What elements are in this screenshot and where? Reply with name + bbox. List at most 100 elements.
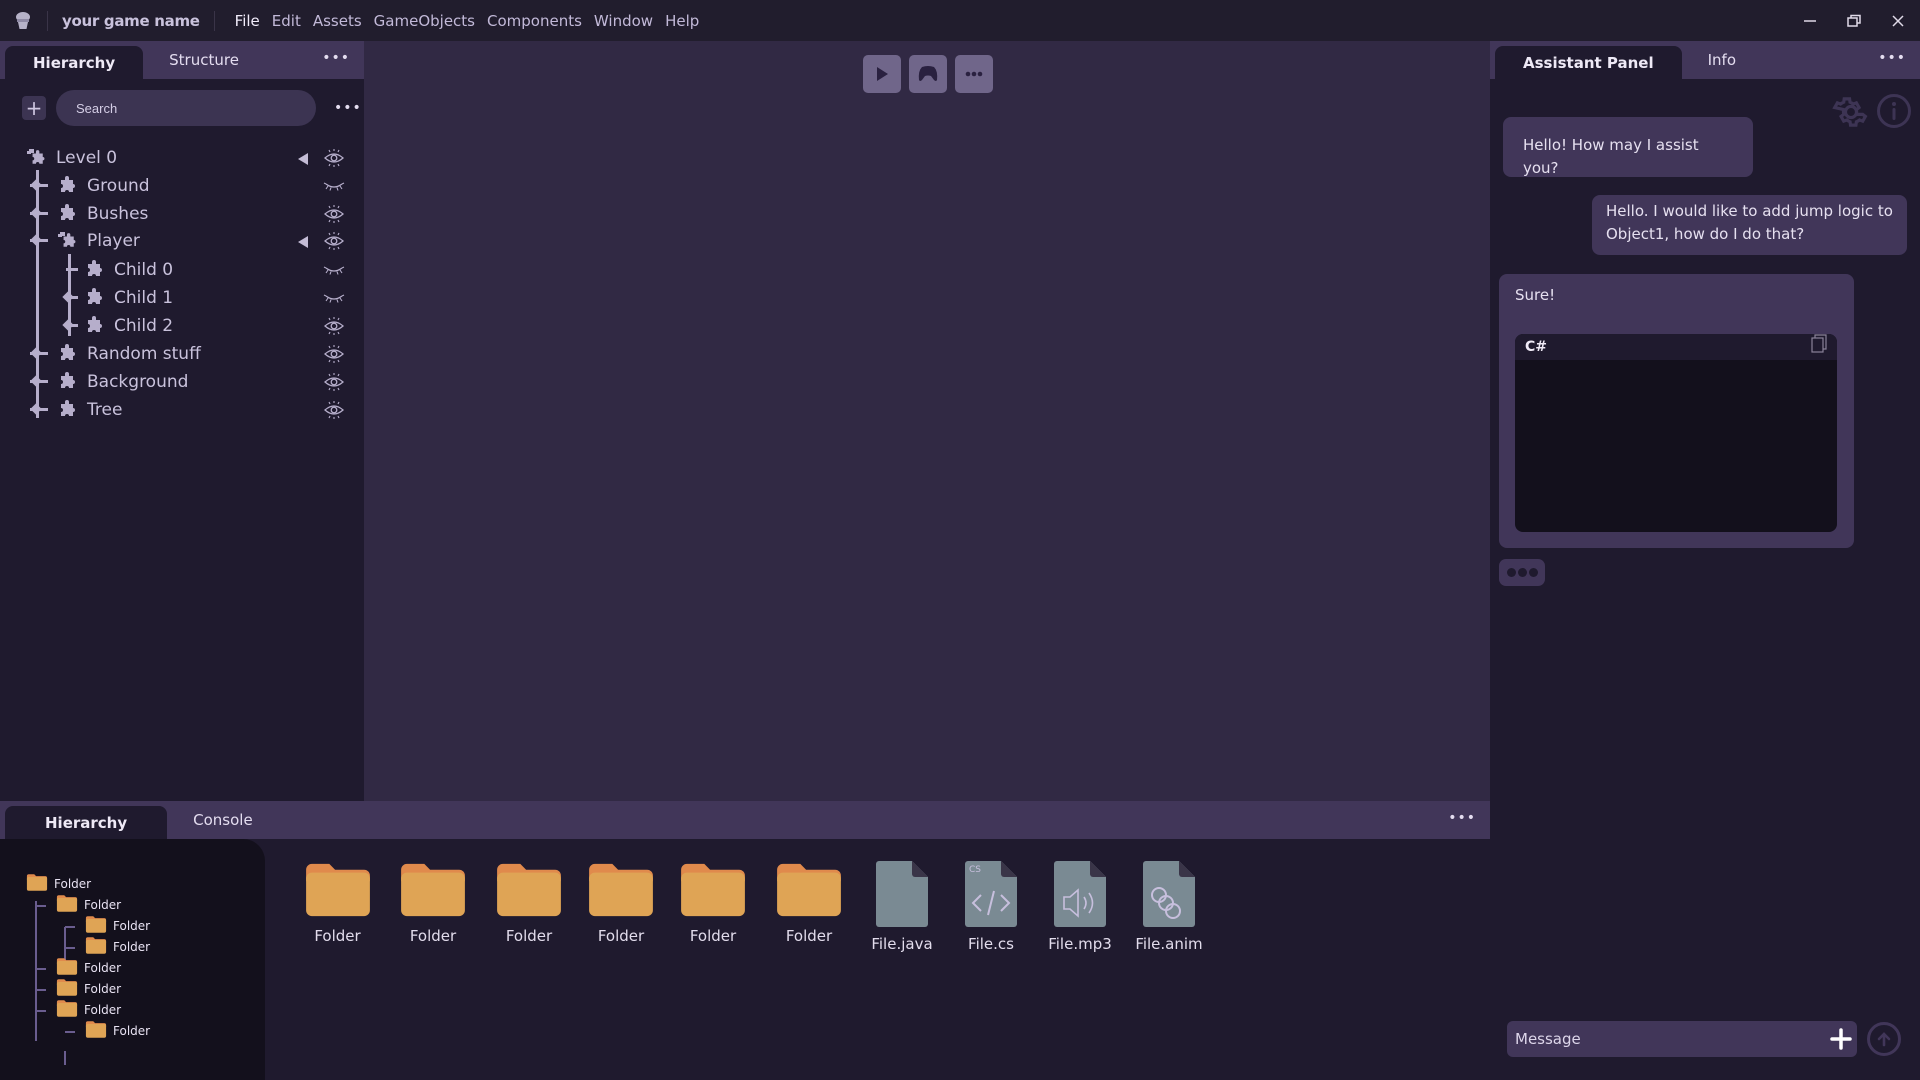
file-label: Folder	[785, 927, 833, 945]
play-button[interactable]	[863, 55, 901, 93]
eye-icon[interactable]	[322, 372, 346, 392]
restore-button[interactable]	[1832, 0, 1876, 41]
panel-more-button[interactable]: •••	[322, 50, 350, 66]
tree-connector	[35, 901, 37, 1041]
tree-item[interactable]: Player	[0, 227, 364, 255]
tree-item[interactable]: Child 2	[0, 312, 364, 340]
folder-tree-item[interactable]: Folder	[85, 936, 150, 958]
minimize-button[interactable]	[1788, 0, 1832, 41]
folder-icon	[56, 894, 78, 917]
more-button[interactable]	[955, 55, 993, 93]
tree-item-label: Player	[87, 231, 140, 251]
eye-closed-icon[interactable]	[322, 260, 346, 280]
file-item[interactable]: Folder	[481, 861, 577, 953]
eye-closed-icon[interactable]	[322, 176, 346, 196]
menu-gameobjects[interactable]: GameObjects	[368, 12, 481, 30]
eye-icon[interactable]	[322, 148, 346, 168]
tree-item[interactable]: Child 0	[0, 256, 364, 284]
divider	[213, 10, 215, 31]
tab-project-hierarchy[interactable]: Hierarchy	[5, 806, 168, 839]
file-grid: Folder Folder Folder Folder Folder Folder File…	[290, 861, 1213, 953]
assistant-header-icons	[1832, 93, 1920, 135]
attach-button[interactable]	[1827, 1025, 1855, 1053]
close-icon	[1892, 14, 1904, 27]
info-button[interactable]	[1876, 93, 1912, 135]
gear-icon	[1832, 97, 1868, 127]
file-item[interactable]: Folder	[385, 861, 481, 953]
menu-window[interactable]: Window	[588, 12, 659, 30]
tree-item[interactable]: Tree	[0, 396, 364, 424]
folder-icon	[26, 873, 48, 896]
file-item[interactable]: Folder	[577, 861, 665, 953]
tree-item[interactable]: Random stuff	[0, 340, 364, 368]
settings-button[interactable]	[1832, 93, 1870, 135]
file-item[interactable]: Folder	[761, 861, 857, 953]
puzzle-icon	[57, 204, 77, 224]
file-label: Folder	[505, 927, 553, 945]
file-item[interactable]: File.mp3	[1035, 861, 1125, 953]
folder-icon	[494, 861, 564, 923]
folder-tree-item[interactable]: Folder	[56, 978, 121, 1000]
menu-help[interactable]: Help	[659, 12, 705, 30]
tree-item-label: Tree	[87, 400, 123, 420]
file-item[interactable]: Folder	[665, 861, 761, 953]
assistant-more-button[interactable]: •••	[1878, 50, 1906, 66]
folder-label: Folder	[54, 877, 92, 891]
copy-button[interactable]	[1811, 334, 1827, 361]
tree-item[interactable]: Bushes	[0, 200, 364, 228]
eye-icon[interactable]	[322, 204, 346, 224]
svg-text:CS: CS	[969, 865, 981, 875]
file-item[interactable]: Folder	[290, 861, 385, 953]
collapse-triangle-icon[interactable]	[296, 151, 310, 165]
file-item[interactable]: CS File.cs	[947, 861, 1035, 953]
menu-assets[interactable]: Assets	[307, 12, 368, 30]
search-more-button[interactable]: •••	[334, 100, 362, 116]
tree-item[interactable]: Child 1	[0, 284, 364, 312]
gamepad-button[interactable]	[909, 55, 947, 93]
folder-icon	[85, 936, 107, 959]
folder-tree-item[interactable]: Folder	[85, 1020, 150, 1042]
puzzle-group-icon	[57, 231, 77, 251]
folder-tree-item[interactable]: Folder	[56, 957, 121, 979]
tree-item[interactable]: Ground	[0, 172, 364, 200]
tree-branch	[36, 989, 46, 991]
tree-item[interactable]: Level 0	[0, 144, 364, 172]
folder-icon	[303, 861, 373, 923]
tree-branch	[65, 1031, 75, 1033]
search-input[interactable]	[56, 90, 316, 126]
menu-file[interactable]: File	[229, 12, 266, 30]
menu-components[interactable]: Components	[481, 12, 588, 30]
tree-item[interactable]: Background	[0, 368, 364, 396]
eye-icon[interactable]	[322, 344, 346, 364]
folder-tree-item[interactable]: Folder	[26, 873, 91, 895]
eye-icon[interactable]	[322, 400, 346, 420]
file-icon	[876, 861, 928, 931]
collapse-triangle-icon[interactable]	[296, 234, 310, 248]
copy-icon	[1811, 334, 1827, 353]
send-button[interactable]	[1867, 1022, 1901, 1056]
eye-closed-icon[interactable]	[322, 288, 346, 308]
eye-icon[interactable]	[322, 316, 346, 336]
folder-tree-item[interactable]: Folder	[56, 999, 121, 1021]
folder-icon	[56, 978, 78, 1001]
tab-structure[interactable]: Structure	[143, 51, 265, 69]
typing-indicator	[1499, 559, 1545, 586]
message-input[interactable]	[1507, 1021, 1857, 1057]
tab-assistant-panel[interactable]: Assistant Panel	[1495, 46, 1682, 79]
project-more-button[interactable]: •••	[1448, 810, 1476, 826]
tab-hierarchy[interactable]: Hierarchy	[5, 46, 144, 79]
add-object-button[interactable]: +	[22, 96, 46, 120]
folder-tree-item[interactable]: Folder	[85, 915, 150, 937]
game-name: your game name	[62, 11, 200, 30]
tab-info[interactable]: Info	[1682, 51, 1762, 69]
file-label: Folder	[689, 927, 737, 945]
folder-tree-item[interactable]: Folder	[56, 894, 121, 916]
file-item[interactable]: File.java	[857, 861, 947, 953]
close-button[interactable]	[1876, 0, 1920, 41]
file-label: Folder	[597, 927, 645, 945]
menu-edit[interactable]: Edit	[266, 12, 307, 30]
scene-viewport[interactable]	[364, 41, 1490, 801]
tab-console[interactable]: Console	[167, 811, 279, 829]
eye-icon[interactable]	[322, 231, 346, 251]
file-item[interactable]: File.anim	[1125, 861, 1213, 953]
